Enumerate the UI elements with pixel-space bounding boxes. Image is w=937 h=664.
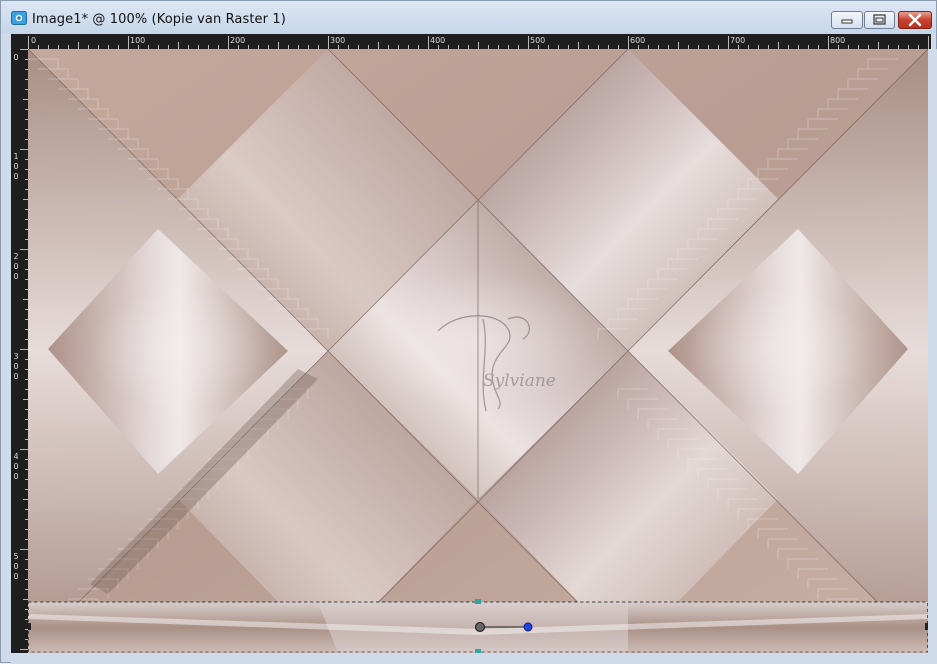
maximize-button[interactable]: [864, 11, 895, 29]
ruler-v-label-200-d3: 0: [13, 272, 18, 281]
ruler-h-label-300: 300: [330, 36, 345, 45]
ruler-h-label-100: 100: [130, 36, 145, 45]
ruler-v-label-100-d1: 1: [13, 152, 18, 161]
image-document-icon: [11, 11, 27, 25]
ruler-h-label-200: 200: [230, 36, 245, 45]
selection-handle-top[interactable]: [475, 599, 481, 604]
maximize-icon: [873, 14, 886, 25]
minimize-icon: [841, 19, 853, 24]
right-frame-edge: [928, 49, 937, 653]
ruler-h-label-0: 0: [31, 36, 36, 45]
selection-handle-left[interactable]: [28, 623, 31, 630]
ruler-h-label-600: 600: [630, 36, 645, 45]
ruler-v-label-200-d1: 2: [13, 252, 18, 261]
ruler-v-label-100-d2: 0: [13, 162, 18, 171]
ruler-h-label-400: 400: [430, 36, 445, 45]
rotate-handle-icon[interactable]: [523, 622, 533, 632]
glow-right: [688, 289, 868, 409]
pivot-handle-icon[interactable]: [475, 622, 485, 632]
image-window: Image1* @ 100% (Kopie van Raster 1) 0 10…: [0, 0, 937, 664]
glow-left: [88, 289, 268, 409]
close-button[interactable]: [898, 11, 932, 29]
ruler-v-label-400-d1: 4: [13, 452, 18, 461]
title-bar[interactable]: Image1* @ 100% (Kopie van Raster 1): [1, 1, 936, 34]
ruler-v-label-500-d2: 0: [13, 562, 18, 571]
ruler-v-label-0: 0: [13, 53, 18, 62]
watermark-text: Sylviane: [483, 371, 556, 391]
ruler-v-label-100-d3: 0: [13, 172, 18, 181]
window-title: Image1* @ 100% (Kopie van Raster 1): [32, 12, 286, 27]
ruler-v-label-500-d3: 0: [13, 572, 18, 581]
ruler-v-label-400-d3: 0: [13, 472, 18, 481]
ruler-h-label-700: 700: [730, 36, 745, 45]
minimize-button[interactable]: [831, 11, 863, 29]
ruler-v-label-500-d1: 5: [13, 552, 18, 561]
ruler-v-label-300-d1: 3: [13, 352, 18, 361]
ruler-h-label-500: 500: [530, 36, 545, 45]
ruler-v-label-400-d2: 0: [13, 462, 18, 471]
ruler-h-label-800: 800: [830, 36, 845, 45]
ruler-v-label-300-d2: 0: [13, 362, 18, 371]
close-icon: [908, 13, 922, 27]
bottom-frame-edge: [11, 653, 937, 664]
vertical-ruler[interactable]: 0 1 0 0 2 0 0 3 0 0 4 0 0 5 0 0: [11, 49, 28, 653]
ruler-v-label-200-d2: 0: [13, 262, 18, 271]
horizontal-ruler[interactable]: 0 100 200 300 400 500 600 700 800: [11, 34, 931, 49]
image-canvas[interactable]: Sylviane: [28, 49, 928, 653]
ruler-v-label-300-d3: 0: [13, 372, 18, 381]
